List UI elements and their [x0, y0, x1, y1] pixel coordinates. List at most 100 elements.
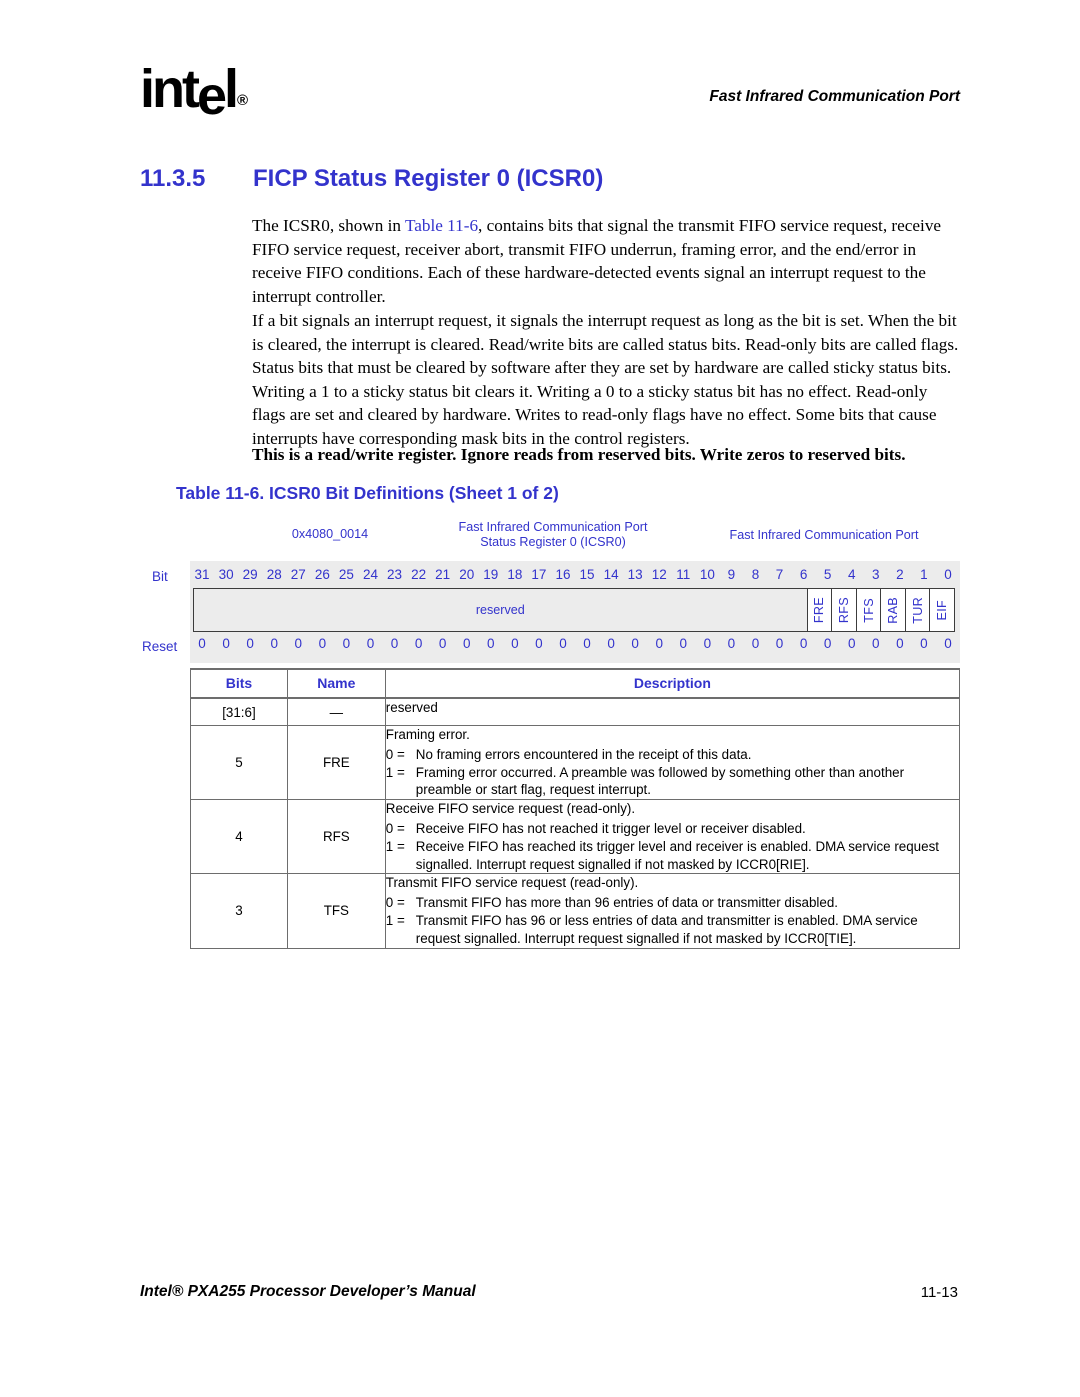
cell-description: Framing error. 0 = No framing errors encou… — [384, 724, 961, 801]
description-option: 1 = Transmit FIFO has 96 or less entries … — [386, 912, 959, 948]
register-unit-name: Fast Infrared Communication Port — [729, 528, 919, 542]
description-option: 0 = Receive FIFO has not reached it trigg… — [386, 820, 959, 838]
option-value: Transmit FIFO has 96 or less entries of … — [415, 912, 918, 946]
option-value: Receive FIFO has reached its trigger lev… — [415, 838, 939, 872]
option-key: 0 = — [385, 895, 405, 911]
field-eif: EIF — [929, 589, 954, 631]
bit-number: 14 — [603, 567, 619, 582]
reset-value: 0 — [631, 636, 639, 651]
description-lead: Receive FIFO service request (read-only)… — [385, 801, 636, 817]
bit-number: 2 — [896, 567, 904, 582]
cell-description: reserved — [384, 697, 961, 726]
bit-number: 7 — [775, 567, 784, 582]
bit-table-header: Bits Name Description — [190, 668, 961, 699]
description-option: 0 = No framing errors encountered in the … — [386, 746, 959, 764]
bit-number: 29 — [242, 567, 258, 582]
option-value: Transmit FIFO has more than 96 entries o… — [415, 895, 839, 911]
bit-number: 10 — [699, 567, 715, 582]
bit-number: 18 — [507, 567, 523, 582]
reset-axis-label: Reset — [142, 639, 178, 654]
description-lead: reserved — [385, 700, 438, 715]
reset-value: 0 — [920, 636, 928, 651]
reset-value: 0 — [438, 636, 447, 651]
header-chapter-title: Fast Infrared Communication Port — [709, 88, 960, 105]
cell-bits: 3 — [190, 873, 288, 949]
table-cross-reference-link[interactable]: Table 11-6 — [405, 216, 478, 235]
column-header-bits: Bits — [190, 668, 288, 699]
field-tfs-label: TFS — [861, 597, 876, 623]
field-fre: FRE — [806, 589, 832, 631]
reset-value: 0 — [872, 636, 880, 651]
bit-definitions-table: Bits Name Description [31:6] — reserved 5 FR… — [190, 668, 961, 949]
cell-description: Transmit FIFO service request (read-only… — [384, 873, 961, 949]
bit-number: 27 — [290, 567, 306, 582]
registered-trademark-icon: ® — [237, 92, 249, 109]
reset-value: 0 — [318, 636, 327, 651]
bit-number: 19 — [483, 567, 499, 582]
reset-value: 0 — [703, 636, 712, 651]
field-tfs: TFS — [855, 589, 881, 631]
bit-table-body: [31:6] — reserved 5 FRE Framing error. 0 = No f… — [190, 697, 961, 949]
bit-number: 17 — [531, 567, 547, 582]
register-diagram-headings: 0x4080_0014 Fast Infrared Communication … — [190, 515, 960, 561]
reset-value-row: 00000000000000000000000000000000 — [190, 635, 960, 657]
reset-value: 0 — [366, 636, 375, 651]
register-full-name-line1: Fast Infrared Communication Port — [458, 520, 648, 534]
description-option: 0 = Transmit FIFO has more than 96 entrie… — [386, 894, 959, 912]
section-title: FICP Status Register 0 (ICSR0) — [253, 165, 604, 192]
table-row: 3 TFS Transmit FIFO service request (read-… — [190, 873, 961, 949]
intel-logo-text: intel — [140, 59, 239, 126]
bit-number: 22 — [411, 567, 427, 582]
bit-number: 0 — [944, 567, 952, 582]
bit-number: 16 — [555, 567, 571, 582]
reset-value: 0 — [823, 636, 832, 651]
option-key: 0 = — [385, 820, 405, 836]
bit-number: 30 — [218, 567, 234, 582]
reset-value: 0 — [727, 636, 736, 651]
document-page: intel® Fast Infrared Communication Port … — [0, 0, 1080, 1397]
cell-name: RFS — [286, 799, 386, 875]
column-header-description: Description — [384, 668, 961, 699]
reset-value: 0 — [583, 636, 591, 651]
register-bitmap: Bit Reset 31 30 29 28 27 26 25 24 23 22 21 20 19 18 17… — [142, 561, 960, 663]
bit-number: 23 — [387, 567, 403, 582]
bit-axis-label: Bit — [152, 569, 168, 584]
reset-value: 0 — [390, 636, 399, 651]
register-full-name: Fast Infrared Communication Port Status … — [418, 520, 688, 550]
bit-number: 1 — [920, 567, 928, 582]
register-diagram: 0x4080_0014 Fast Infrared Communication … — [142, 515, 960, 663]
cell-bits: 4 — [190, 799, 288, 875]
reset-value: 0 — [487, 636, 495, 651]
bit-number: 20 — [459, 567, 475, 582]
reset-value: 0 — [944, 636, 952, 651]
bit-number: 5 — [823, 567, 832, 582]
table-row: 5 FRE Framing error. 0 = No framing errors e… — [190, 724, 961, 801]
option-key: 1 = — [385, 912, 405, 928]
footer-manual-title: Intel® PXA255 Processor Developer’s Manu… — [140, 1283, 476, 1300]
field-rfs: RFS — [831, 589, 856, 631]
reset-value: 0 — [198, 636, 206, 651]
reset-value: 0 — [847, 636, 856, 651]
reset-value: 0 — [222, 636, 230, 651]
reset-value: 0 — [559, 636, 567, 651]
field-eif-label: EIF — [935, 599, 950, 621]
cell-name: TFS — [286, 873, 386, 949]
option-value: Framing error occurred. A preamble was f… — [415, 764, 905, 798]
reset-value: 0 — [342, 636, 351, 651]
reset-value: 0 — [270, 636, 278, 651]
column-header-name: Name — [286, 668, 386, 699]
bit-number: 15 — [579, 567, 595, 582]
footer-page-number: 11-13 — [920, 1284, 958, 1301]
bit-number: 26 — [314, 567, 330, 582]
bit-number-row: 31 30 29 28 27 26 25 24 23 22 21 20 19 18 17 16 15 14 13 12… — [190, 565, 960, 589]
cell-bits: 5 — [190, 724, 288, 801]
paragraph-intro-before: The ICSR0, shown in — [252, 216, 405, 235]
intel-logo: intel® — [140, 59, 249, 126]
bit-number: 21 — [435, 567, 451, 582]
field-tur-label: TUR — [910, 596, 925, 624]
bit-number: 31 — [194, 567, 210, 582]
table-row: 4 RFS Receive FIFO service request (read-o… — [190, 799, 961, 875]
reset-value: 0 — [246, 636, 254, 651]
reset-value: 0 — [679, 636, 688, 651]
description-option: 1 = Receive FIFO has reached its trigger … — [386, 838, 959, 874]
